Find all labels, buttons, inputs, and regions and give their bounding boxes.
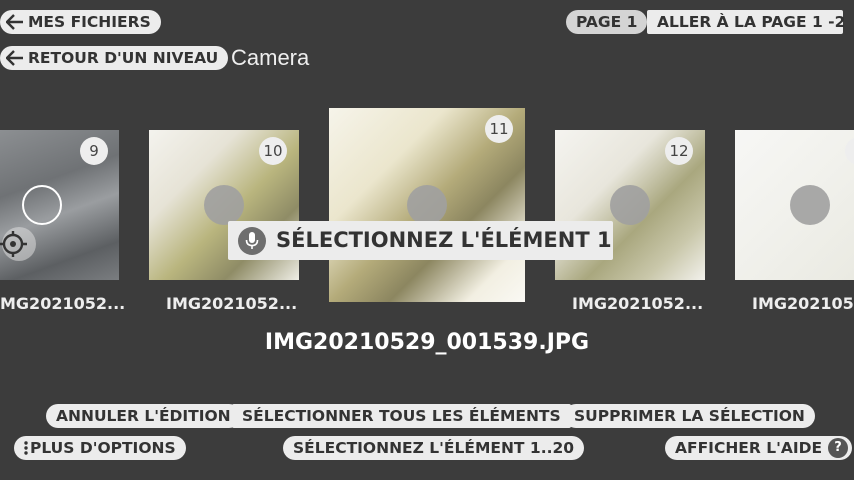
show-help-button[interactable]: AFFICHER L'AIDE? <box>665 436 853 460</box>
page-indicator: PAGE 1 <box>566 10 648 34</box>
goto-page-button[interactable]: ALLER À LA PAGE 1 -2 <box>647 10 846 34</box>
delete-selection-label: SUPPRIMER LA SÉLECTION <box>574 407 805 425</box>
back-level-button[interactable]: RETOUR D'UN NIVEAU <box>0 46 229 70</box>
voice-prompt-text: SÉLECTIONNEZ L'ÉLÉMENT 1 <box>276 228 612 252</box>
thumbnail-item-selected[interactable]: 11 <box>329 108 525 302</box>
show-help-label: AFFICHER L'AIDE <box>675 439 823 457</box>
select-all-button[interactable]: SÉLECTIONNER TOUS LES ÉLÉMENTS <box>232 404 571 428</box>
back-level-label: RETOUR D'UN NIVEAU <box>28 49 219 67</box>
select-range-label: SÉLECTIONNEZ L'ÉLÉMENT 1..20 <box>293 439 575 457</box>
my-files-label: MES FICHIERS <box>28 13 151 31</box>
folder-title: Camera <box>231 45 310 70</box>
thumbnail-caption: IMG2021052... <box>166 294 298 313</box>
arrow-left-icon <box>6 10 24 30</box>
selection-circle[interactable] <box>407 185 447 225</box>
cancel-edit-button[interactable]: ANNULER L'ÉDITION <box>46 404 241 428</box>
thumbnail-caption: MG2021052... <box>0 294 126 313</box>
item-number-badge: 11 <box>485 115 513 143</box>
more-options-label: PLUS D'OPTIONS <box>30 439 176 457</box>
thumbnail-item[interactable]: 1 <box>735 130 854 280</box>
item-number-badge: 9 <box>80 137 108 165</box>
select-range-button[interactable]: SÉLECTIONNEZ L'ÉLÉMENT 1..20 <box>283 436 585 460</box>
crosshair-icon[interactable] <box>0 225 38 263</box>
selection-circle[interactable] <box>204 185 244 225</box>
voice-prompt-banner: SÉLECTIONNEZ L'ÉLÉMENT 1 <box>228 221 613 260</box>
page-label: PAGE 1 <box>576 13 638 31</box>
thumbnail-caption: IMG2021052... <box>752 294 854 313</box>
thumbnail-caption: IMG2021052... <box>572 294 704 313</box>
microphone-icon <box>238 227 266 255</box>
select-all-label: SÉLECTIONNER TOUS LES ÉLÉMENTS <box>242 407 561 425</box>
arrow-left-icon <box>6 46 24 66</box>
question-icon: ? <box>828 438 849 458</box>
cancel-edit-label: ANNULER L'ÉDITION <box>56 407 231 425</box>
item-number-badge: 12 <box>665 137 693 165</box>
my-files-button[interactable]: MES FICHIERS <box>0 10 161 34</box>
delete-selection-button[interactable]: SUPPRIMER LA SÉLECTION <box>564 404 815 428</box>
selected-filename: IMG20210529_001539.JPG <box>264 330 590 355</box>
more-options-button[interactable]: PLUS D'OPTIONS <box>14 436 186 460</box>
goto-page-label: ALLER À LA PAGE 1 -2 <box>657 13 846 31</box>
item-number-badge: 10 <box>259 137 287 165</box>
selection-circle[interactable] <box>610 185 650 225</box>
selection-circle[interactable] <box>22 185 62 225</box>
selection-circle[interactable] <box>790 185 830 225</box>
